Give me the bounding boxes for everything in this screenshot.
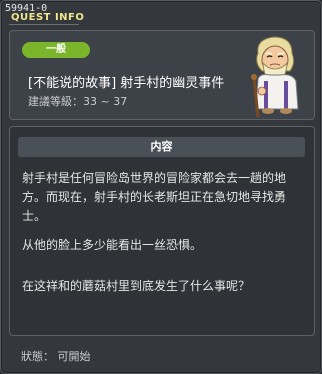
quest-category-badge: 一般: [22, 42, 90, 58]
content-paragraph: 射手村是任何冒险岛世界的冒险家都会去一趟的地方。而现在，射手村的长老斯坦正在急切…: [22, 171, 287, 223]
quest-info-window: 59941-0 QUEST INFO 一般 [不能说的故事] 射手村的幽灵事件 …: [0, 0, 322, 374]
quest-summary-panel: 一般 [不能说的故事] 射手村的幽灵事件 建議等級：33 ~ 37: [9, 30, 315, 120]
quest-status: 狀態： 可開始: [21, 350, 91, 363]
content-paragraph: 在这祥和的蘑菇村里到底发生了什么事呢？: [22, 279, 251, 293]
content-paragraph: 从他的脸上多少能看出一丝恐惧。: [22, 238, 203, 252]
window-title: QUEST INFO: [11, 12, 85, 23]
quest-name: [不能说的故事] 射手村的幽灵事件: [28, 76, 225, 91]
header-divider: [9, 24, 79, 25]
quest-content-panel: 内容 射手村是任何冒险岛世界的冒险家都会去一趟的地方。而现在，射手村的长老斯坦正…: [9, 126, 315, 336]
recommended-level: 建議等級：33 ~ 37: [28, 95, 128, 108]
content-header: 内容: [18, 137, 305, 157]
elder-stan-npc-icon: [251, 36, 299, 117]
